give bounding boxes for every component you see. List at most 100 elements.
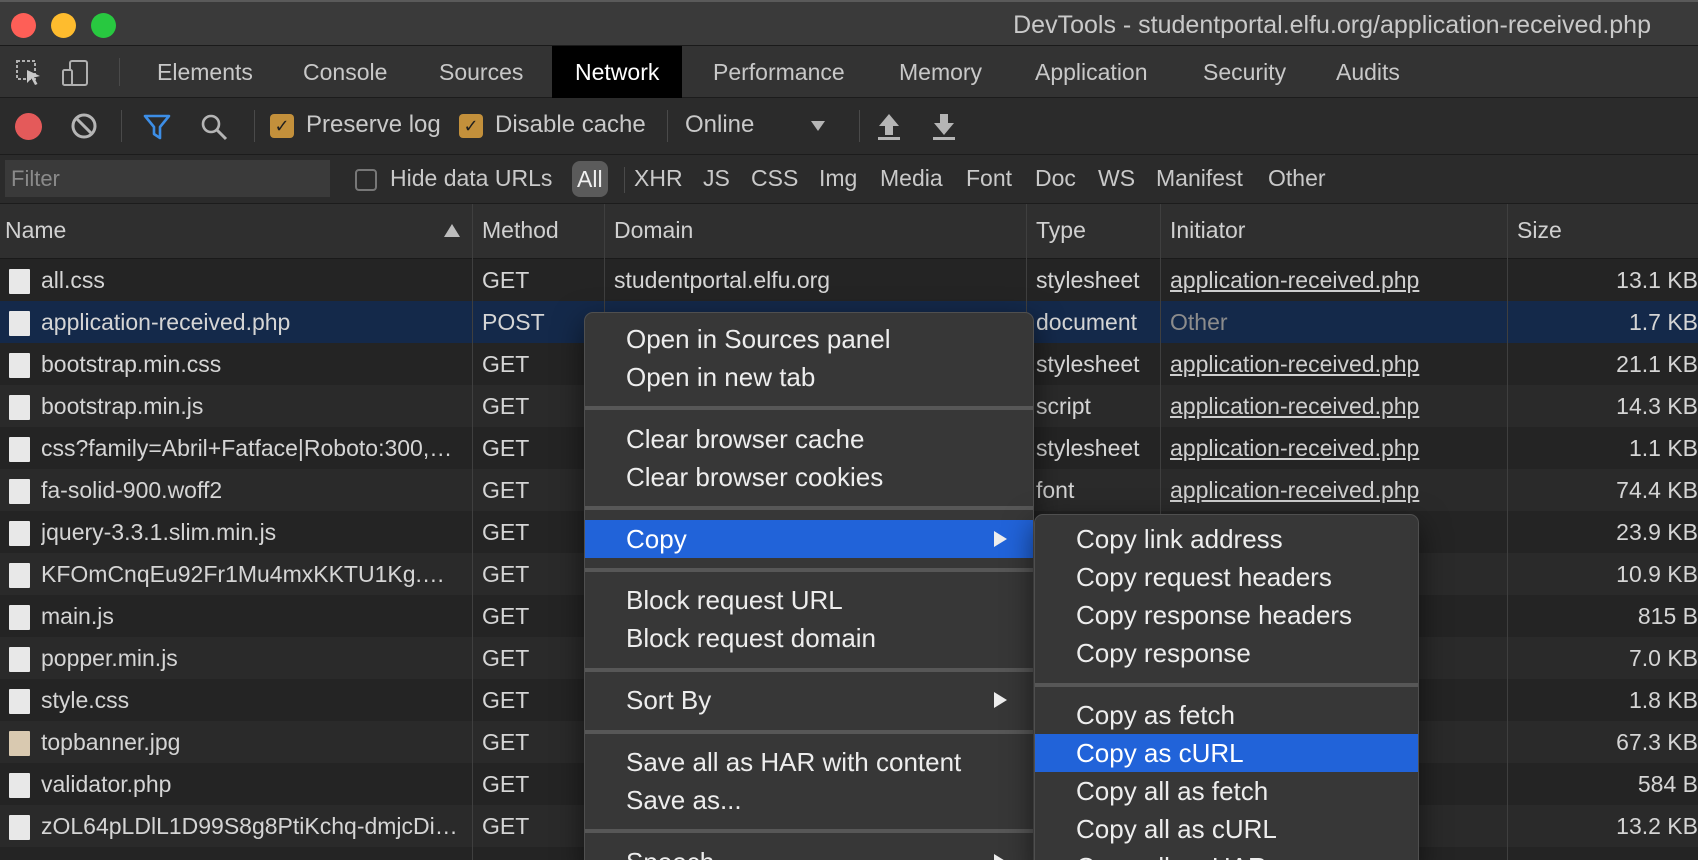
tab-audits[interactable]: Audits xyxy=(1313,46,1423,98)
menu-clear-browser-cache[interactable]: Clear browser cache xyxy=(585,420,1033,458)
column-header-type[interactable]: Type xyxy=(1031,204,1086,259)
request-initiator[interactable]: application-received.php xyxy=(1170,343,1500,385)
request-initiator[interactable]: application-received.php xyxy=(1170,427,1500,469)
menu-separator xyxy=(1035,683,1418,687)
preserve-log-checkbox[interactable]: ✓ xyxy=(270,114,294,138)
dropdown-arrow-icon[interactable] xyxy=(810,120,826,132)
hide-data-urls-label[interactable]: Hide data URLs xyxy=(390,165,552,192)
close-window-button[interactable] xyxy=(11,13,36,38)
column-divider xyxy=(1507,204,1508,860)
request-initiator[interactable]: application-received.php xyxy=(1170,385,1500,427)
table-row[interactable]: all.css GET studentportal.elfu.org styleshe… xyxy=(0,259,1698,301)
toolbar-divider xyxy=(859,110,860,142)
menu-sort-by[interactable]: Sort By xyxy=(585,681,1033,719)
inspect-element-icon[interactable] xyxy=(14,58,44,88)
filter-type-ws[interactable]: WS xyxy=(1098,165,1135,192)
export-har-icon[interactable] xyxy=(931,111,957,141)
filter-type-js[interactable]: JS xyxy=(703,165,730,192)
preserve-log-label[interactable]: Preserve log xyxy=(306,111,441,139)
filter-type-xhr[interactable]: XHR xyxy=(634,165,683,192)
request-size: 14.3 KB xyxy=(1616,393,1698,419)
throttling-select[interactable]: Online xyxy=(685,111,754,139)
menu-copy-all-as-har[interactable]: Copy all as HAR xyxy=(1035,848,1418,860)
filter-input[interactable] xyxy=(5,160,330,197)
tab-performance[interactable]: Performance xyxy=(690,46,868,98)
menu-copy-as-fetch[interactable]: Copy as fetch xyxy=(1035,696,1418,734)
tab-network[interactable]: Network xyxy=(552,46,683,98)
column-header-method[interactable]: Method xyxy=(477,204,559,259)
request-size: 23.9 KB xyxy=(1616,519,1698,545)
menu-open-in-sources[interactable]: Open in Sources panel xyxy=(585,320,1033,358)
file-icon xyxy=(9,479,30,504)
search-icon[interactable] xyxy=(199,112,229,142)
tab-application[interactable]: Application xyxy=(1012,46,1171,98)
request-size: 21.1 KB xyxy=(1616,351,1698,377)
filter-type-doc[interactable]: Doc xyxy=(1035,165,1076,192)
disable-cache-checkbox[interactable]: ✓ xyxy=(459,114,483,138)
request-initiator[interactable]: application-received.php xyxy=(1170,469,1500,511)
tab-security[interactable]: Security xyxy=(1180,46,1309,98)
column-header-name[interactable]: Name xyxy=(0,204,66,259)
menu-save-all-as-har[interactable]: Save all as HAR with content xyxy=(585,743,1033,781)
tab-console[interactable]: Console xyxy=(280,46,410,98)
menu-block-request-domain[interactable]: Block request domain xyxy=(585,619,1033,657)
submenu-arrow-icon xyxy=(994,692,1007,708)
request-type: stylesheet xyxy=(1036,435,1140,461)
menu-copy-all-as-fetch[interactable]: Copy all as fetch xyxy=(1035,772,1418,810)
menu-speech[interactable]: Speech xyxy=(585,843,1033,860)
filter-type-all[interactable]: All xyxy=(572,161,608,197)
filter-type-manifest[interactable]: Manifest xyxy=(1156,165,1243,192)
file-icon xyxy=(9,437,30,462)
file-icon xyxy=(9,731,30,756)
menu-clear-browser-cookies[interactable]: Clear browser cookies xyxy=(585,458,1033,496)
menu-copy-response[interactable]: Copy response xyxy=(1035,634,1418,672)
request-name: KFOmCnqEu92Fr1Mu4mxKKTU1Kg.woff2 xyxy=(41,561,461,587)
column-header-initiator[interactable]: Initiator xyxy=(1165,204,1245,259)
submenu-arrow-icon xyxy=(994,854,1007,860)
column-header-size[interactable]: Size xyxy=(1512,204,1562,259)
menu-copy-link-address[interactable]: Copy link address xyxy=(1035,520,1418,558)
request-initiator[interactable]: application-received.php xyxy=(1170,259,1500,301)
request-size: 584 B xyxy=(1637,771,1698,797)
menu-separator xyxy=(585,668,1033,672)
filter-icon[interactable] xyxy=(142,112,172,142)
menu-copy-request-headers[interactable]: Copy request headers xyxy=(1035,558,1418,596)
menu-copy[interactable]: Copy xyxy=(585,520,1033,558)
disable-cache-label[interactable]: Disable cache xyxy=(495,111,646,139)
record-button[interactable] xyxy=(15,113,42,140)
request-name: popper.min.js xyxy=(41,645,178,671)
filter-type-other[interactable]: Other xyxy=(1268,165,1326,192)
request-name: topbanner.jpg xyxy=(41,729,181,755)
menu-copy-all-as-curl[interactable]: Copy all as cURL xyxy=(1035,810,1418,848)
menu-copy-as-curl[interactable]: Copy as cURL xyxy=(1035,734,1418,772)
request-size: 7.0 KB xyxy=(1628,645,1698,671)
zoom-window-button[interactable] xyxy=(91,13,116,38)
request-type: script xyxy=(1036,393,1091,419)
request-initiator: Other xyxy=(1170,309,1228,335)
file-icon xyxy=(9,269,30,294)
file-icon xyxy=(9,773,30,798)
request-name: style.css xyxy=(41,687,130,713)
menu-open-in-new-tab[interactable]: Open in new tab xyxy=(585,358,1033,396)
menu-block-request-url[interactable]: Block request URL xyxy=(585,581,1033,619)
file-icon xyxy=(9,605,30,630)
request-size: 1.1 KB xyxy=(1628,435,1698,461)
filter-type-font[interactable]: Font xyxy=(966,165,1012,192)
menu-copy-response-headers[interactable]: Copy response headers xyxy=(1035,596,1418,634)
filter-type-media[interactable]: Media xyxy=(880,165,943,192)
sort-ascending-icon xyxy=(444,224,460,237)
tab-elements[interactable]: Elements xyxy=(134,46,276,98)
import-har-icon[interactable] xyxy=(876,111,902,141)
tab-memory[interactable]: Memory xyxy=(876,46,1005,98)
menu-copy-label: Copy xyxy=(626,524,687,554)
device-toolbar-icon[interactable] xyxy=(60,58,90,88)
hide-data-urls-checkbox[interactable] xyxy=(355,169,377,191)
clear-icon[interactable] xyxy=(70,112,98,140)
tab-sources[interactable]: Sources xyxy=(416,46,546,98)
minimize-window-button[interactable] xyxy=(51,13,76,38)
file-icon xyxy=(9,395,30,420)
column-header-domain[interactable]: Domain xyxy=(609,204,693,259)
filter-type-img[interactable]: Img xyxy=(819,165,857,192)
menu-save-as[interactable]: Save as... xyxy=(585,781,1033,819)
filter-type-css[interactable]: CSS xyxy=(751,165,798,192)
